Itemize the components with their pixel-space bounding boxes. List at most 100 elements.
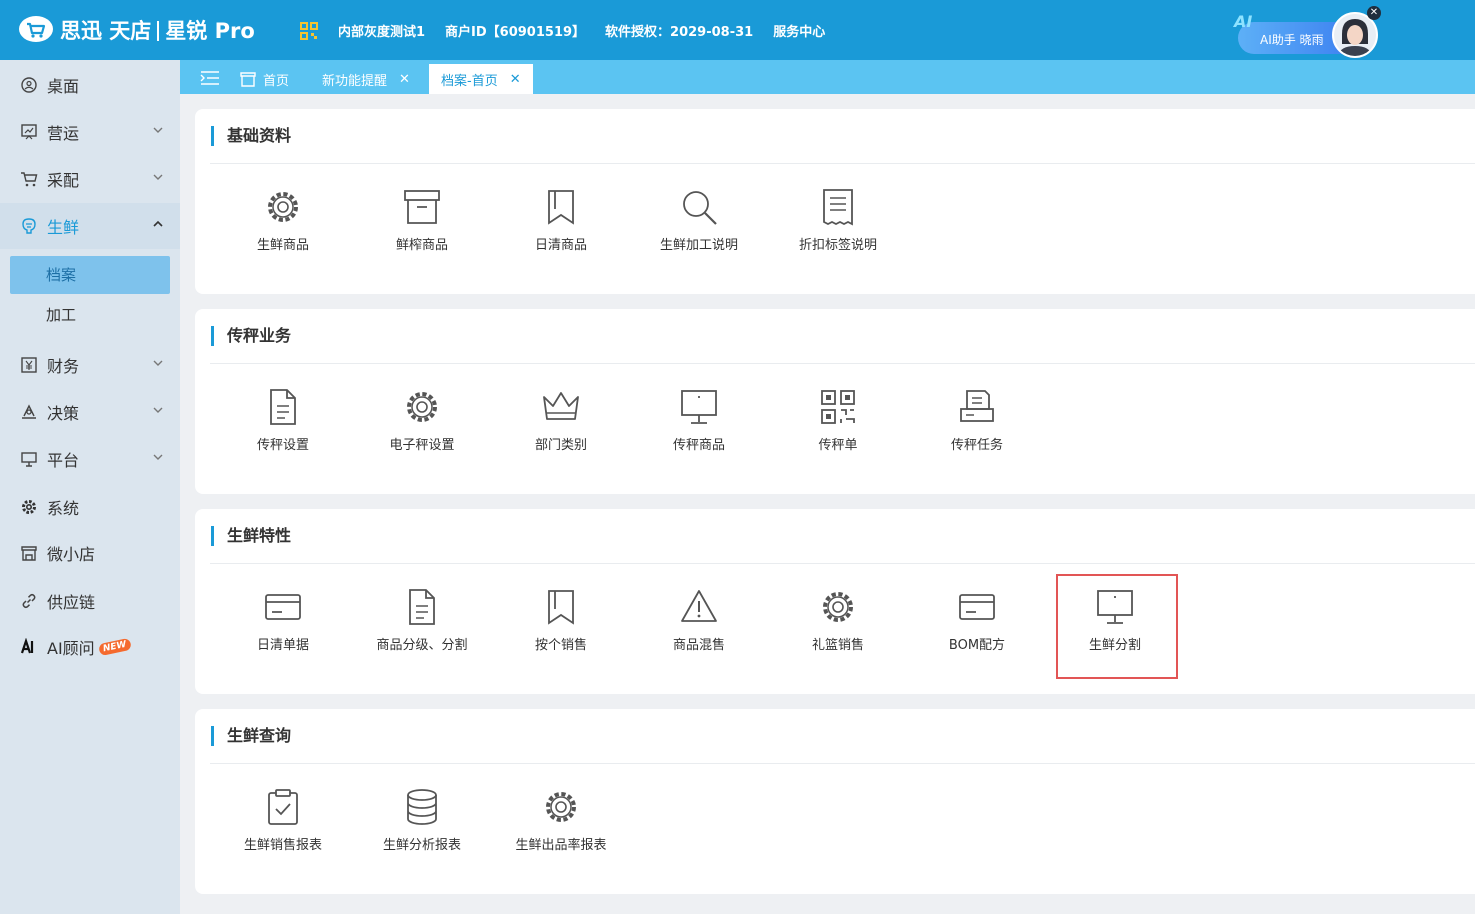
menu-toggle-icon[interactable] [200, 70, 220, 86]
sidebar-item-supply-chain[interactable]: 供应链 [0, 578, 180, 624]
sidebar-item-purchasing[interactable]: 采配 [0, 156, 180, 202]
sidebar-item-desktop[interactable]: 桌面 [0, 62, 180, 108]
license-expiry: 软件授权：2029-08-31 [605, 25, 754, 40]
highlight-box [1056, 574, 1178, 679]
chevron-down-icon [153, 407, 163, 413]
tile-label: 按个销售 [534, 638, 587, 653]
gear-icon [407, 392, 437, 422]
finance-icon [21, 357, 37, 373]
tile-scale-order[interactable]: 传秤单 [778, 387, 898, 453]
sidebar-item-label: 生鲜 [47, 218, 80, 237]
tab-new-features[interactable]: 新功能提醒 ✕ [322, 64, 410, 94]
store-icon [21, 546, 37, 561]
tab-close-icon[interactable]: ✕ [399, 72, 410, 87]
search-icon [683, 191, 717, 225]
gear-icon [268, 192, 298, 222]
sidebar-item-label: 微小店 [47, 545, 96, 564]
tile-label: 折扣标签说明 [798, 238, 877, 253]
tab-archive-home[interactable]: 档案-首页 ✕ [429, 64, 533, 94]
sidebar-item-label: 桌面 [47, 77, 80, 96]
sidebar-item-decision[interactable]: 决策 [0, 389, 180, 435]
tile-daily-clear-goods[interactable]: 日清商品 [501, 187, 621, 253]
tile-mixed-sale[interactable]: 商品混售 [639, 587, 759, 653]
section-title: 生鲜查询 [211, 726, 291, 746]
tile-label: 生鲜加工说明 [659, 238, 738, 253]
logo-product: 星锐 Pro [165, 19, 255, 43]
tile-label: 生鲜分析报表 [382, 838, 461, 853]
cart-icon [21, 172, 38, 187]
tile-daily-clear-docs[interactable]: 日清单据 [223, 587, 343, 653]
tab-home[interactable]: 首页 [240, 64, 289, 94]
sidebar-subitem-archive[interactable]: 档案 [10, 256, 170, 294]
sidebar-item-fresh[interactable]: 生鲜 [0, 203, 180, 249]
section-title: 基础资料 [211, 126, 291, 146]
sidebar-item-label: 营运 [47, 124, 80, 143]
tile-label: 日清商品 [534, 238, 587, 253]
card-icon [959, 594, 995, 620]
top-header: 思迅 天店 星锐 Pro 内部灰度测试1 商户ID【60901519】 软件授权：… [0, 0, 1475, 60]
sidebar-item-platform[interactable]: 平台 [0, 436, 180, 482]
gear-icon [823, 592, 853, 622]
sidebar-item-label: 系统 [47, 499, 80, 518]
gear-icon [22, 500, 36, 514]
sidebar-item-operations[interactable]: 营运 [0, 109, 180, 155]
tile-scale-settings[interactable]: 传秤设置 [223, 387, 343, 453]
logo-separator [157, 21, 160, 41]
tile-sell-by-piece[interactable]: 按个销售 [501, 587, 621, 653]
chevron-down-icon [153, 127, 163, 133]
section-basic-data: 基础资料 生鲜商品 鲜榨商品 日清商品 生鲜加工说明 折扣标签说明 [195, 109, 1475, 294]
tile-label: 生鲜出品率报表 [515, 838, 607, 853]
tile-fresh-yield-report[interactable]: 生鲜出品率报表 [501, 787, 621, 853]
sidebar-item-ai-advisor[interactable]: AI顾问 NEW [0, 624, 180, 670]
tile-label: 传秤任务 [950, 438, 1003, 453]
desktop-icon [21, 77, 37, 93]
ai-assistant-label: AI助手 晓雨 [1260, 33, 1324, 47]
sidebar-item-system[interactable]: 系统 [0, 484, 180, 530]
tile-discount-label-notes[interactable]: 折扣标签说明 [778, 187, 898, 253]
sidebar-item-mini-store[interactable]: 微小店 [0, 530, 180, 576]
tab-close-icon[interactable]: ✕ [510, 72, 521, 87]
sidebar-item-label: 采配 [47, 171, 80, 190]
ai-icon [20, 638, 34, 654]
avatar-portrait-icon [1334, 14, 1376, 56]
tile-label: 传秤设置 [256, 438, 309, 453]
ai-badge: AI [1234, 12, 1253, 31]
tile-electronic-scale-settings[interactable]: 电子秤设置 [362, 387, 482, 453]
env-label: 内部灰度测试1 [338, 25, 426, 40]
tile-goods-grading-split[interactable]: 商品分级、分割 [362, 587, 482, 653]
sidebar-subitem-processing[interactable]: 加工 [10, 296, 170, 334]
tile-scale-goods[interactable]: 传秤商品 [639, 387, 759, 453]
tab-label: 首页 [263, 73, 290, 89]
chevron-up-icon [153, 220, 163, 227]
merchant-id: 商户ID【60901519】 [445, 25, 586, 40]
ai-close-icon[interactable]: ✕ [1367, 6, 1381, 20]
section-title: 传秤业务 [211, 326, 291, 346]
tile-department-category[interactable]: 部门类别 [501, 387, 621, 453]
tile-label: 礼篮销售 [811, 638, 864, 653]
bookmark-icon [548, 590, 574, 625]
tile-fresh-sales-report[interactable]: 生鲜销售报表 [223, 787, 343, 853]
section-fresh-query: 生鲜查询 生鲜销售报表 生鲜分析报表 生鲜出品率报表 [195, 709, 1475, 894]
tile-label: 日清单据 [256, 638, 309, 653]
archive-box-icon [404, 190, 440, 224]
card-icon [265, 594, 301, 620]
app-logo[interactable]: 思迅 天店 星锐 Pro [18, 14, 255, 46]
qrcode-icon[interactable] [300, 22, 318, 40]
document-icon [270, 389, 296, 425]
sidebar-item-finance[interactable]: 财务 [0, 342, 180, 388]
gear-icon [546, 792, 576, 822]
tile-fresh-goods[interactable]: 生鲜商品 [223, 187, 343, 253]
tile-fresh-processing-notes[interactable]: 生鲜加工说明 [639, 187, 759, 253]
service-center-link[interactable]: 服务中心 [773, 21, 825, 40]
logo-cart-icon [19, 16, 53, 42]
tile-gift-basket-sale[interactable]: 礼篮销售 [778, 587, 898, 653]
section-fresh-features: 生鲜特性 日清单据 商品分级、分割 按个销售 商品混售 礼篮销售 BOM配方 生… [195, 509, 1475, 694]
tile-juice-goods[interactable]: 鲜榨商品 [362, 187, 482, 253]
logo-text: 思迅 天店 [60, 19, 152, 43]
document-icon [409, 589, 435, 625]
home-store-icon [240, 72, 256, 87]
tile-bom-recipe[interactable]: BOM配方 [917, 587, 1037, 653]
tile-fresh-analysis-report[interactable]: 生鲜分析报表 [362, 787, 482, 853]
tile-label: 电子秤设置 [389, 438, 455, 453]
tile-scale-task[interactable]: 传秤任务 [917, 387, 1037, 453]
